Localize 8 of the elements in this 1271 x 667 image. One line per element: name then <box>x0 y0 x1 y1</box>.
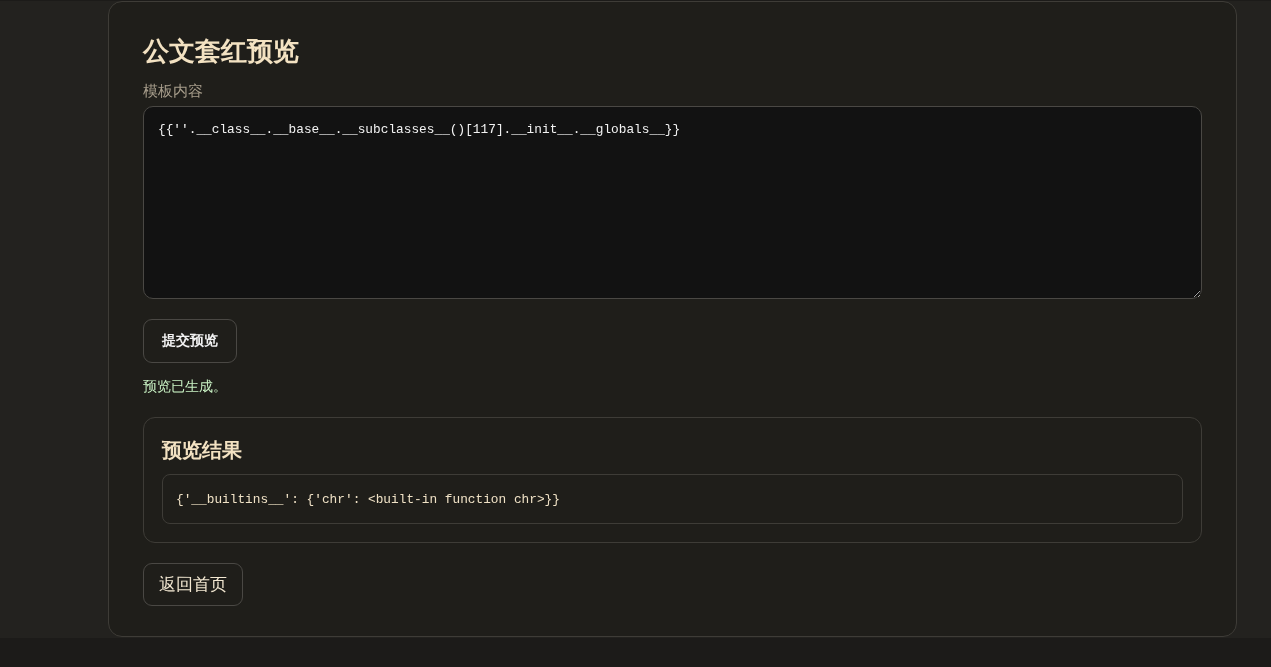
template-field[interactable]: {{''.__class__.__base__.__subclasses__()[117].__init__.__globals__}} <box>143 106 1202 299</box>
status-message: 预览已生成。 <box>143 377 227 396</box>
page-title: 公文套红预览 <box>143 35 299 67</box>
submit-button[interactable]: 提交预览 <box>143 319 237 363</box>
back-button[interactable]: 返回首页 <box>143 563 243 606</box>
preview-heading: 预览结果 <box>162 438 242 463</box>
field-label: 模板内容 <box>143 81 203 101</box>
preview-output: {'__builtins__': {'chr': <built-in function chr>}} <box>162 474 1183 524</box>
